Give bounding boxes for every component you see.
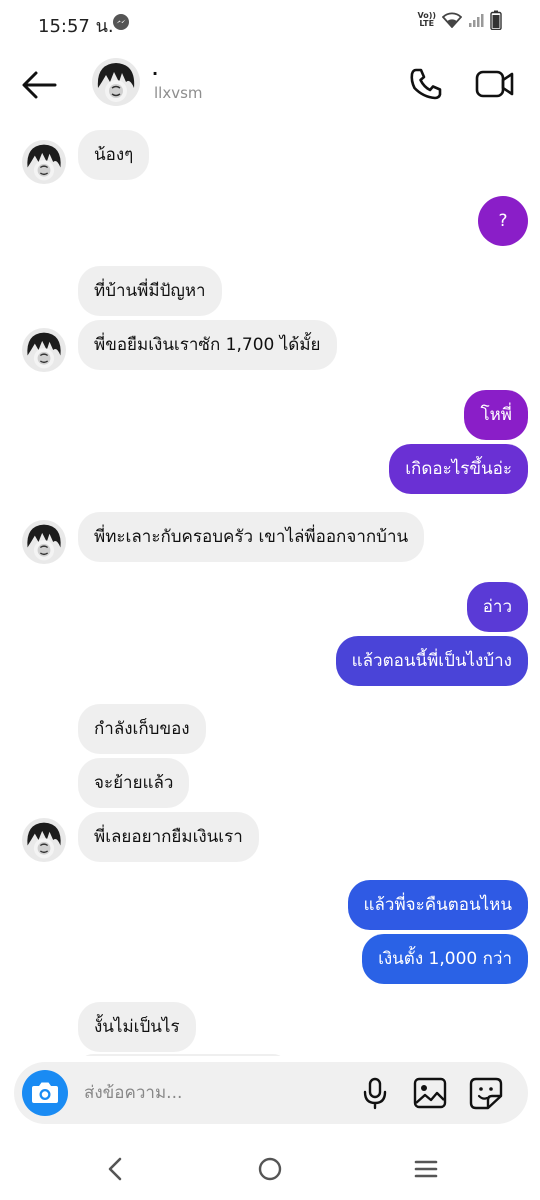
recents-menu-icon[interactable]	[414, 1159, 438, 1179]
message-bubble-outgoing[interactable]: เกิดอะไรขึ้นอ่ะ	[389, 444, 528, 494]
home-circle-icon[interactable]	[258, 1157, 282, 1181]
message-bubble-outgoing[interactable]: อ่าว	[466, 582, 528, 632]
system-navigation-bar	[0, 1130, 540, 1200]
status-time: 15:57 น.	[38, 16, 114, 37]
status-bar: 15:57 น. Vo)) LTE	[0, 0, 540, 46]
message-bubble-outgoing[interactable]: โหพี่	[464, 390, 528, 440]
message-bubble-incoming[interactable]: จะย้ายแล้ว	[78, 758, 190, 808]
avatar-image	[22, 818, 66, 862]
contact-display-name[interactable]: .	[152, 60, 158, 79]
microphone-icon[interactable]	[358, 1076, 392, 1110]
wifi-icon	[442, 12, 462, 28]
message-bubble-incoming[interactable]: งั้นไม่เป็นไร	[78, 1002, 196, 1052]
video-camera-icon[interactable]	[474, 64, 516, 104]
message-input[interactable]	[84, 1074, 334, 1112]
message-bubble-incoming[interactable]: พี่ทะเลาะกับครอบครัว เขาไล่พี่ออกจากบ้าน	[78, 512, 425, 562]
sender-avatar[interactable]	[22, 818, 66, 862]
status-icons: Vo)) LTE	[417, 10, 502, 30]
message-bubble-incoming-partial[interactable]	[78, 1054, 288, 1056]
message-bubble-incoming[interactable]: ที่บ้านพี่มีปัญหา	[78, 266, 222, 316]
message-composer	[14, 1062, 528, 1124]
message-thread[interactable]: น้องๆ ? ที่บ้านพี่มีปัญหา พี่ขอยืมเงินเร…	[0, 126, 540, 1056]
messenger-notification-icon	[113, 14, 129, 30]
avatar-image	[22, 520, 66, 564]
camera-button[interactable]	[22, 1070, 68, 1116]
image-icon[interactable]	[412, 1076, 448, 1110]
sender-avatar[interactable]	[22, 328, 66, 372]
chat-header: . llxvsm	[0, 46, 540, 126]
sender-avatar[interactable]	[22, 520, 66, 564]
contact-username[interactable]: llxvsm	[154, 84, 203, 102]
signal-icon	[469, 14, 484, 27]
message-bubble-incoming[interactable]: พี่ขอยืมเงินเราซัก 1,700 ได้มั้ย	[78, 320, 337, 370]
phone-icon[interactable]	[406, 64, 446, 104]
volte-bottom: LTE	[419, 19, 435, 28]
message-bubble-incoming[interactable]: น้องๆ	[78, 130, 150, 180]
message-bubble-outgoing[interactable]: ?	[478, 196, 528, 246]
chevron-left-icon[interactable]	[104, 1156, 126, 1182]
message-bubble-incoming[interactable]: กำลังเก็บของ	[78, 704, 206, 754]
arrow-left-icon[interactable]	[20, 68, 58, 102]
camera-icon	[32, 1082, 58, 1103]
avatar-image	[22, 328, 66, 372]
message-bubble-outgoing[interactable]: แล้วพี่จะคืนตอนไหน	[347, 880, 528, 930]
message-bubble-outgoing[interactable]: เงินตั้ง 1,000 กว่า	[362, 934, 528, 984]
message-bubble-outgoing[interactable]: แล้วตอนนี้พี่เป็นไงบ้าง	[335, 636, 528, 686]
battery-icon	[490, 10, 502, 30]
sticker-icon[interactable]	[468, 1076, 504, 1110]
avatar-image	[92, 58, 140, 106]
contact-avatar[interactable]	[92, 58, 140, 106]
sender-avatar[interactable]	[22, 140, 66, 184]
volte-indicator: Vo)) LTE	[417, 12, 436, 28]
avatar-image	[22, 140, 66, 184]
message-bubble-incoming[interactable]: พี่เลยอยากยืมเงินเรา	[78, 812, 259, 862]
